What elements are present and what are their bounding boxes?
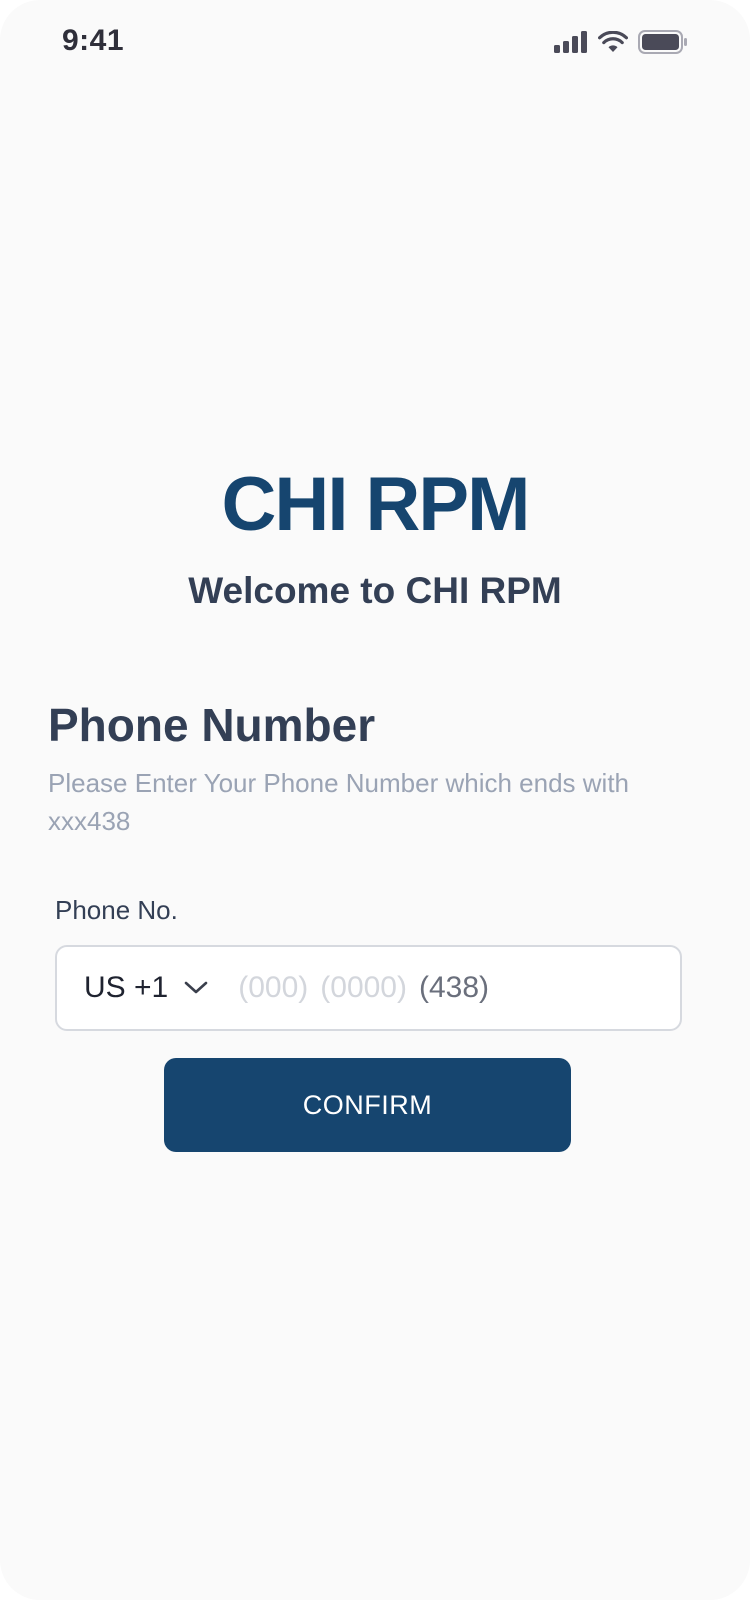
instruction-text: Please Enter Your Phone Number which end… (48, 768, 630, 836)
phone-input-container: US +1 (000) (0000) (438) (55, 945, 682, 1031)
status-icons (554, 30, 688, 54)
welcome-text: Welcome to CHI RPM (188, 570, 562, 611)
page-title: Phone Number (48, 699, 376, 751)
phone-field-label: Phone No. (55, 895, 178, 925)
chevron-down-icon (184, 981, 208, 995)
confirm-button[interactable]: CONFIRM (164, 1058, 571, 1152)
battery-icon (638, 30, 688, 54)
country-code-select[interactable]: US +1 (57, 947, 208, 1029)
area-code-placeholder: (000) (238, 971, 309, 1004)
last-digits-hint: (438) (418, 971, 490, 1004)
wifi-icon (598, 31, 628, 53)
brand-logo: CHI RPM (221, 462, 531, 547)
middle-digits-placeholder: (0000) (320, 971, 407, 1004)
status-bar: 9:41 (0, 0, 750, 90)
status-time: 9:41 (62, 24, 125, 57)
signal-icon (554, 31, 588, 53)
phone-number-input[interactable]: (000) (0000) (438) (238, 947, 489, 1029)
country-code-value: US +1 (84, 971, 169, 1004)
phone-screen: 9:41 CHI RPM Welcome to CHI RPM Phone Nu… (0, 0, 750, 1600)
